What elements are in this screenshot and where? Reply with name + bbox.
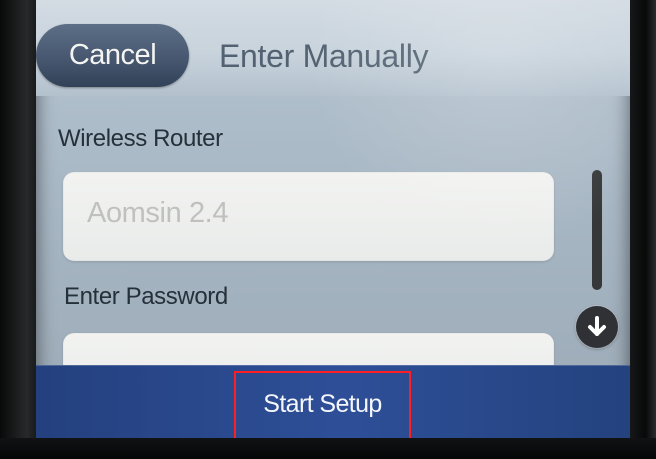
cancel-button[interactable]: Cancel [36, 24, 189, 87]
screen-footer: Start Setup [36, 365, 630, 438]
down-arrow-icon [588, 316, 606, 336]
device-bezel-left [0, 0, 38, 459]
device-bezel-right [626, 0, 656, 459]
wireless-router-value: Aomsin 2.4 [87, 197, 229, 229]
device-bottom-bezel [0, 438, 656, 459]
wireless-router-label: Wireless Router [58, 125, 223, 152]
vertical-scrollbar[interactable] [592, 170, 602, 290]
enter-password-label: Enter Password [64, 283, 228, 310]
wireless-router-field[interactable]: Aomsin 2.4 [63, 172, 554, 261]
page-title: Enter Manually [219, 38, 429, 74]
touch-screen: Cancel Enter Manually Wireless Router Ao… [36, 0, 630, 438]
printer-control-panel: Cancel Enter Manually Wireless Router Ao… [0, 0, 656, 459]
start-setup-button[interactable]: Start Setup [234, 371, 411, 438]
screen-header: Cancel Enter Manually [36, 0, 630, 96]
scroll-down-button[interactable] [576, 306, 618, 348]
